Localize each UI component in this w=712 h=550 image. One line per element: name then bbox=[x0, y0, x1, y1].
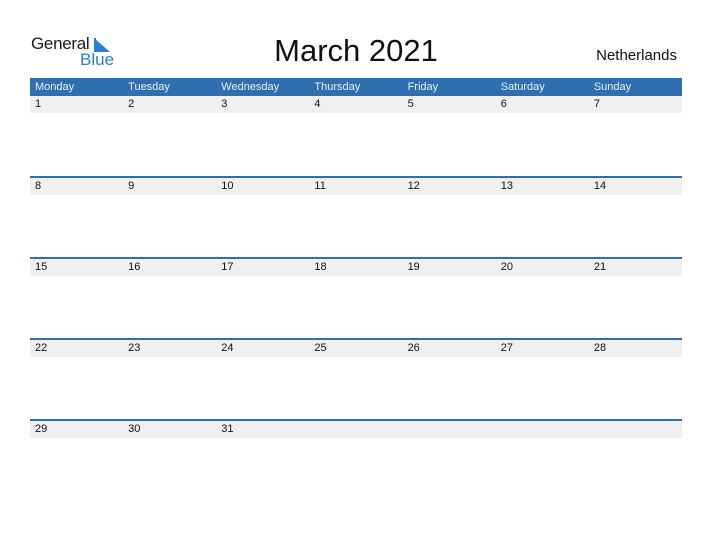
calendar: Monday Tuesday Wednesday Thursday Friday… bbox=[30, 78, 682, 438]
day-cell: 28 bbox=[593, 341, 607, 354]
day-cell: 16 bbox=[128, 260, 141, 273]
day-cell: 3 bbox=[221, 98, 228, 110]
day-cell: 2 bbox=[128, 98, 135, 110]
day-cell: 19 bbox=[407, 260, 420, 273]
weekday-wednesday: Wednesday bbox=[221, 81, 280, 93]
week-row: 1 2 3 4 5 6 7 bbox=[30, 96, 682, 113]
date-bar: 22 23 24 25 26 27 28 bbox=[30, 339, 682, 357]
day-cell: 10 bbox=[221, 179, 234, 192]
day-cell bbox=[589, 421, 682, 438]
day-cell: 24 bbox=[221, 341, 234, 354]
date-bar: 1 2 3 4 5 6 7 bbox=[30, 96, 682, 113]
week-row: 15 16 17 18 19 20 21 bbox=[30, 257, 682, 276]
week-row: 8 9 10 11 12 13 14 bbox=[30, 176, 682, 195]
weekday-sunday: Sunday bbox=[593, 81, 632, 93]
day-cell: 27 bbox=[500, 341, 513, 354]
weekday-saturday: Saturday bbox=[500, 81, 545, 93]
day-cell: 14 bbox=[593, 179, 607, 192]
day-cell: 11 bbox=[314, 179, 326, 192]
day-cell: 6 bbox=[500, 98, 507, 110]
day-cell: 25 bbox=[314, 341, 327, 354]
week-row: 29 30 31 bbox=[30, 419, 682, 438]
day-cell: 29 bbox=[35, 422, 48, 435]
weekday-header: Monday Tuesday Wednesday Thursday Friday… bbox=[30, 78, 682, 96]
day-cell: 8 bbox=[35, 179, 42, 192]
day-cell: 13 bbox=[500, 179, 513, 192]
day-cell: 4 bbox=[314, 98, 321, 110]
weekday-monday: Monday bbox=[35, 81, 75, 93]
day-cell bbox=[309, 421, 402, 438]
day-cell: 9 bbox=[128, 179, 135, 192]
day-cell bbox=[496, 421, 589, 438]
date-bar: 29 30 31 bbox=[30, 420, 682, 438]
day-cell: 26 bbox=[407, 341, 420, 354]
weekday-tuesday: Tuesday bbox=[128, 81, 170, 93]
weekday-thursday: Thursday bbox=[314, 81, 361, 93]
day-cell: 5 bbox=[407, 98, 414, 110]
date-bar: 15 16 17 18 19 20 21 bbox=[30, 258, 682, 276]
week-row: 22 23 24 25 26 27 28 bbox=[30, 338, 682, 357]
day-cell bbox=[403, 421, 496, 438]
day-cell: 17 bbox=[221, 260, 234, 273]
day-cell: 20 bbox=[500, 260, 513, 273]
day-cell: 7 bbox=[593, 98, 600, 110]
date-bar: 8 9 10 11 12 13 14 bbox=[30, 177, 682, 195]
day-cell: 22 bbox=[35, 341, 48, 354]
day-cell: 18 bbox=[314, 260, 327, 273]
day-cell: 15 bbox=[35, 260, 48, 273]
day-cell: 30 bbox=[128, 422, 141, 435]
day-cell: 21 bbox=[593, 260, 607, 273]
day-cell: 1 bbox=[35, 98, 42, 110]
day-cell: 31 bbox=[221, 422, 234, 435]
country-label: Netherlands bbox=[596, 47, 677, 64]
day-cell: 23 bbox=[128, 341, 141, 354]
weekday-friday: Friday bbox=[407, 81, 439, 93]
day-cell: 12 bbox=[407, 179, 420, 192]
